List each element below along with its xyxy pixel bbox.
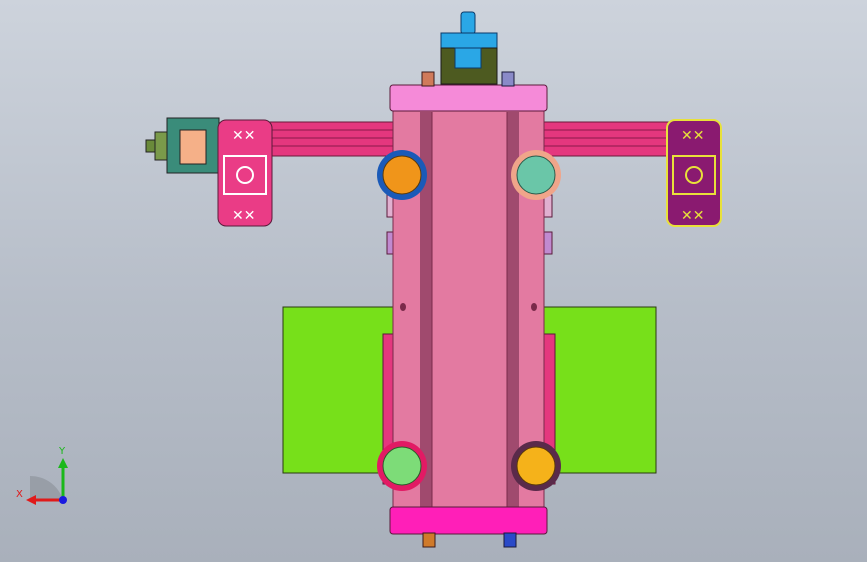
port-yellow[interactable] <box>511 441 561 491</box>
cad-viewport[interactable]: ✕✕ ✕✕ ✕✕ ✕✕ Y X <box>0 0 867 562</box>
top-fitting[interactable] <box>440 11 498 85</box>
port-orange[interactable] <box>377 150 427 200</box>
port-green[interactable] <box>377 441 427 491</box>
port-teal[interactable] <box>511 150 561 200</box>
svg-text:✕✕: ✕✕ <box>232 128 255 144</box>
left-fitting[interactable] <box>145 117 220 174</box>
axis-x-label: X <box>16 489 23 500</box>
axis-y-label: Y <box>58 446 66 457</box>
bottom-cap[interactable] <box>389 506 548 535</box>
svg-text:✕✕: ✕✕ <box>681 208 704 224</box>
svg-text:✕✕: ✕✕ <box>232 208 255 224</box>
coordinate-triad: Y X <box>16 446 68 505</box>
top-cap[interactable] <box>389 84 548 112</box>
right-block[interactable]: ✕✕ ✕✕ <box>666 119 722 227</box>
left-block[interactable]: ✕✕ ✕✕ <box>217 119 273 227</box>
svg-text:✕✕: ✕✕ <box>681 128 704 144</box>
